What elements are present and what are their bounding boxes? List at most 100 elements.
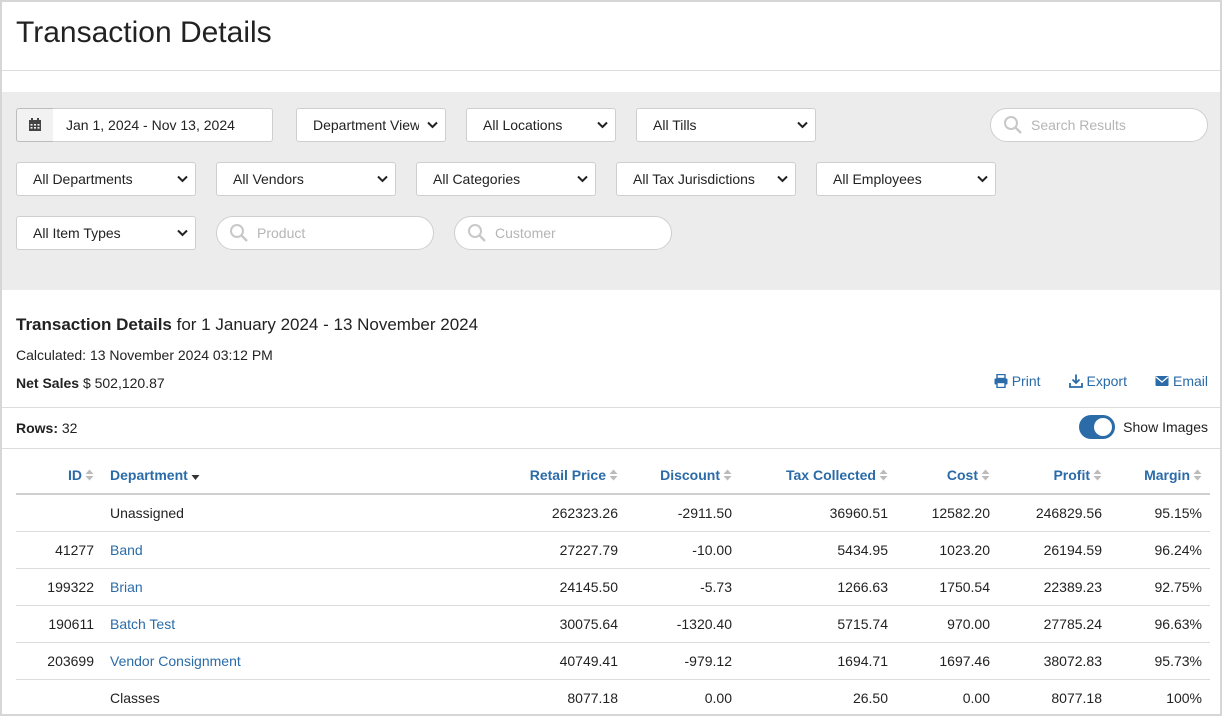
cell-profit: 26194.59 — [998, 531, 1110, 569]
cell-profit: 8077.18 — [998, 679, 1110, 714]
department-link[interactable]: Brian — [102, 568, 342, 606]
search-icon — [468, 224, 486, 242]
divider — [2, 70, 1220, 71]
department-link[interactable]: Batch Test — [102, 605, 342, 643]
divider — [2, 448, 1220, 449]
column-header-label: Discount — [660, 466, 720, 483]
cell-margin: 100% — [1110, 679, 1210, 714]
column-header-label: Margin — [1144, 466, 1190, 483]
cell-department: Classes — [102, 679, 342, 714]
filter-panel: Jan 1, 2024 - Nov 13, 2024 Department Vi… — [2, 92, 1220, 290]
cell-margin: 92.75% — [1110, 568, 1210, 606]
calculated-value: 13 November 2024 03:12 PM — [89, 347, 273, 363]
sort-icon — [981, 469, 990, 480]
print-button[interactable]: Print — [994, 373, 1041, 389]
column-header-margin[interactable]: Margin — [1110, 456, 1210, 495]
page-title: Transaction Details — [16, 16, 272, 49]
cell-tax-collected: 26.50 — [740, 679, 896, 714]
report-heading: Transaction Details for 1 January 2024 -… — [16, 315, 478, 335]
employees-select[interactable]: All Employees — [816, 162, 996, 196]
view-select-label: Department View — [313, 117, 419, 133]
show-images-label: Show Images — [1123, 419, 1208, 435]
vendors-select[interactable]: All Vendors — [216, 162, 396, 196]
column-header-tax-collected[interactable]: Tax Collected — [740, 456, 896, 495]
download-icon — [1068, 374, 1083, 388]
vendors-select-label: All Vendors — [233, 171, 304, 187]
cell-profit: 27785.24 — [998, 605, 1110, 643]
export-button[interactable]: Export — [1068, 373, 1127, 389]
cell-margin: 95.73% — [1110, 642, 1210, 680]
cell-cost: 1697.46 — [896, 642, 998, 680]
table-row: Classes 8077.18 0.00 26.50 0.00 8077.18 … — [16, 679, 1210, 714]
print-label: Print — [1011, 373, 1041, 389]
calendar-button[interactable] — [16, 108, 54, 142]
cell-retail-price: 24145.50 — [342, 568, 626, 606]
locations-select[interactable]: All Locations — [466, 108, 616, 142]
column-header-retail-price[interactable]: Retail Price — [342, 456, 626, 495]
column-header-id[interactable]: ID — [16, 456, 102, 495]
cell-discount: -10.00 — [626, 531, 740, 569]
column-header-label: Profit — [1053, 466, 1090, 483]
item-types-select-label: All Item Types — [33, 225, 121, 241]
chevron-down-icon — [169, 229, 195, 237]
search-icon — [1004, 116, 1022, 134]
department-link[interactable]: Band — [102, 531, 342, 569]
employees-select-label: All Employees — [833, 171, 922, 187]
cell-id: 190611 — [16, 605, 102, 643]
search-icon — [230, 224, 248, 242]
cell-margin: 95.15% — [1110, 494, 1210, 532]
cell-discount: -979.12 — [626, 642, 740, 680]
cell-retail-price: 262323.26 — [342, 494, 626, 532]
search-results-input[interactable] — [1031, 117, 1181, 133]
column-header-label: Tax Collected — [786, 466, 876, 483]
item-types-select[interactable]: All Item Types — [16, 216, 196, 250]
customer-search-box[interactable] — [454, 216, 672, 250]
cell-retail-price: 27227.79 — [342, 531, 626, 569]
view-select[interactable]: Department View — [296, 108, 446, 142]
cell-cost: 0.00 — [896, 679, 998, 714]
column-header-profit[interactable]: Profit — [998, 456, 1110, 495]
show-images-toggle[interactable] — [1079, 415, 1116, 439]
cell-id: 199322 — [16, 568, 102, 606]
sort-icon — [85, 469, 94, 480]
chevron-down-icon — [769, 175, 795, 183]
column-header-label: Department — [110, 466, 188, 483]
column-header-cost[interactable]: Cost — [896, 456, 998, 495]
cell-id — [16, 494, 102, 532]
chevron-down-icon — [569, 175, 595, 183]
export-label: Export — [1086, 373, 1127, 389]
calculated-line: Calculated: 13 November 2024 03:12 PM — [16, 347, 273, 363]
report-range: for 1 January 2024 - 13 November 2024 — [176, 315, 479, 334]
cell-tax-collected: 1694.71 — [740, 642, 896, 680]
search-results-box[interactable] — [990, 108, 1208, 142]
column-header-discount[interactable]: Discount — [626, 456, 740, 495]
rows-value: 32 — [61, 420, 78, 436]
date-range-field[interactable]: Jan 1, 2024 - Nov 13, 2024 — [53, 108, 273, 142]
envelope-icon — [1155, 376, 1169, 386]
email-label: Email — [1172, 373, 1208, 389]
tills-select-label: All Tills — [653, 117, 697, 133]
tax-jurisdictions-select[interactable]: All Tax Jurisdictions — [616, 162, 796, 196]
calculated-label: Calculated: — [16, 347, 87, 363]
app-frame: Transaction Details Jan 1, 2024 - Nov 13… — [0, 0, 1222, 716]
product-input[interactable] — [257, 225, 407, 241]
tills-select[interactable]: All Tills — [636, 108, 816, 142]
net-sales-label: Net Sales — [16, 375, 80, 391]
categories-select-label: All Categories — [433, 171, 521, 187]
table-row: 41277 Band 27227.79 -10.00 5434.95 1023.… — [16, 531, 1210, 569]
departments-select[interactable]: All Departments — [16, 162, 196, 196]
cell-cost: 1023.20 — [896, 531, 998, 569]
cell-margin: 96.63% — [1110, 605, 1210, 643]
calendar-icon — [29, 118, 41, 131]
column-header-department[interactable]: Department — [102, 456, 342, 495]
cell-profit: 246829.56 — [998, 494, 1110, 532]
rows-count: Rows: 32 — [16, 420, 77, 436]
locations-select-label: All Locations — [483, 117, 563, 133]
customer-input[interactable] — [495, 225, 645, 241]
cell-cost: 12582.20 — [896, 494, 998, 532]
email-button[interactable]: Email — [1155, 373, 1208, 389]
product-search-box[interactable] — [216, 216, 434, 250]
department-link[interactable]: Vendor Consignment — [102, 642, 342, 680]
cell-tax-collected: 1266.63 — [740, 568, 896, 606]
categories-select[interactable]: All Categories — [416, 162, 596, 196]
